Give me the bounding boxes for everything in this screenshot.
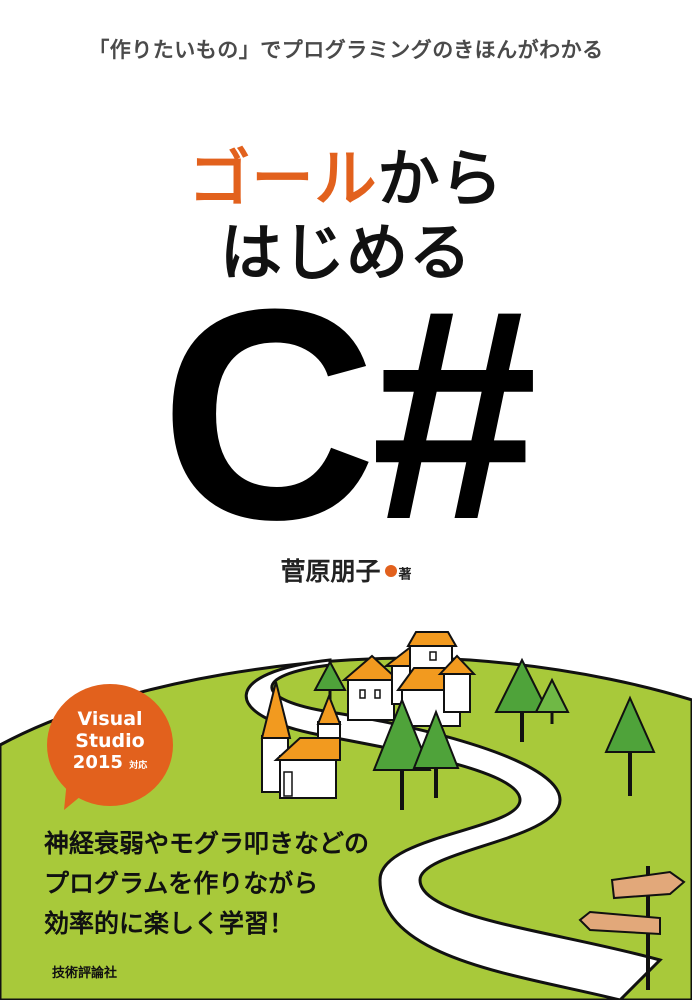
description: 神経衰弱やモグラ叩きなどの プログラムを作りながら 効率的に楽しく学習！ bbox=[44, 824, 369, 944]
badge-line-1: Visual bbox=[77, 708, 143, 730]
version-badge: Visual Studio 2015 対応 bbox=[47, 684, 173, 806]
description-line: 神経衰弱やモグラ叩きなどの bbox=[44, 829, 370, 858]
badge-suffix: 対応 bbox=[129, 761, 148, 771]
author-dot-icon bbox=[384, 565, 397, 577]
author-name: 菅原朋子 bbox=[280, 557, 381, 586]
language-title: C# bbox=[160, 246, 538, 582]
badge-version: 2015 bbox=[72, 752, 123, 773]
description-line: プログラムを作りながら bbox=[44, 869, 319, 898]
publisher: 技術評論社 bbox=[52, 966, 118, 981]
author-suffix: 著 bbox=[398, 567, 412, 583]
badge-line-2: Studio bbox=[75, 730, 145, 752]
badge-line-3: 2015 対応 bbox=[47, 752, 173, 773]
author: 菅原朋子 著 bbox=[0, 552, 692, 588]
description-line: 効率的に楽しく学習！ bbox=[44, 909, 295, 938]
tagline: 「作りたいもの」でプログラミングのきほんがわかる bbox=[88, 38, 604, 62]
